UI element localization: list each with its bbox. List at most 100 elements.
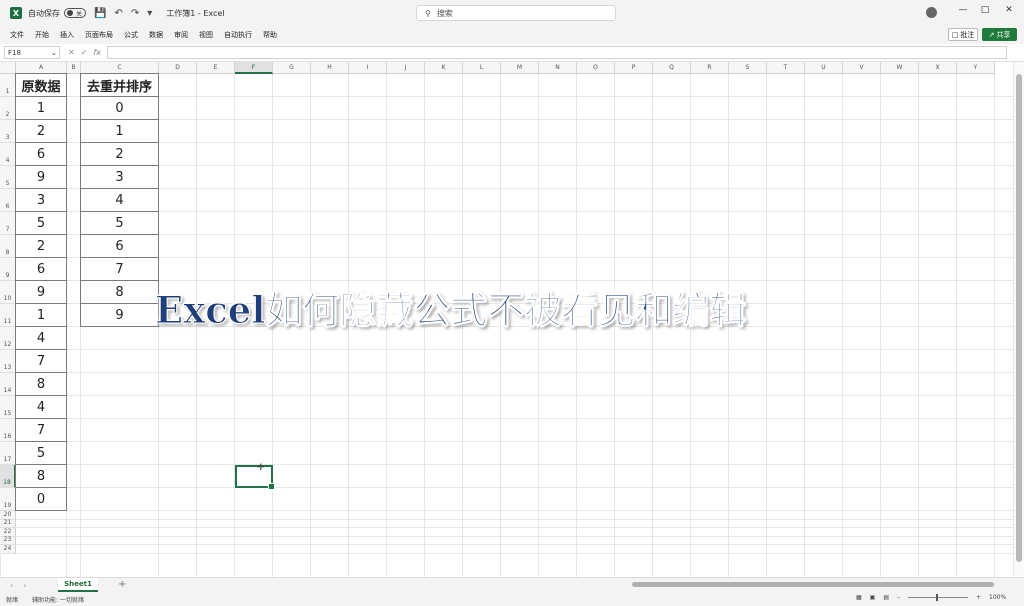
- close-icon[interactable]: ✕: [1002, 5, 1016, 19]
- row-header[interactable]: 15: [0, 396, 16, 419]
- data-cell[interactable]: 1: [80, 119, 159, 143]
- add-sheet-button[interactable]: +: [118, 579, 126, 590]
- row-header[interactable]: 18: [0, 465, 16, 488]
- row-header[interactable]: 19: [0, 488, 16, 511]
- row-header[interactable]: 6: [0, 189, 16, 212]
- data-cell[interactable]: 3: [80, 165, 159, 189]
- data-cell[interactable]: 6: [15, 257, 67, 281]
- data-cell[interactable]: 9: [15, 165, 67, 189]
- prev-sheet-icon[interactable]: ‹: [10, 581, 13, 590]
- column-header[interactable]: I: [349, 62, 387, 74]
- accessibility-status[interactable]: 辅助功能: 一切就绪: [32, 595, 84, 604]
- column-header[interactable]: X: [919, 62, 957, 74]
- column-header[interactable]: O: [577, 62, 615, 74]
- menu-item[interactable]: 公式: [124, 30, 138, 40]
- row-header[interactable]: 8: [0, 235, 16, 258]
- zoom-slider[interactable]: [908, 594, 969, 601]
- undo-icon[interactable]: ↶: [114, 8, 122, 19]
- page-break-icon[interactable]: ▤: [883, 594, 889, 601]
- zoom-out-icon[interactable]: –: [897, 594, 900, 601]
- data-cell[interactable]: 1: [15, 96, 67, 120]
- column-header[interactable]: E: [197, 62, 235, 74]
- data-cell[interactable]: 8: [15, 464, 67, 488]
- data-cell[interactable]: 2: [80, 142, 159, 166]
- data-cell[interactable]: 4: [80, 188, 159, 212]
- row-header[interactable]: 11: [0, 304, 16, 327]
- autosave-control[interactable]: 自动保存 关: [28, 8, 86, 19]
- data-cell[interactable]: 8: [15, 372, 67, 396]
- fx-icon[interactable]: fx: [93, 48, 101, 57]
- row-header[interactable]: 13: [0, 350, 16, 373]
- vertical-scrollbar[interactable]: [1013, 62, 1024, 577]
- row-header[interactable]: 1: [0, 74, 16, 97]
- data-cell[interactable]: 2: [15, 119, 67, 143]
- data-cell[interactable]: 9: [15, 280, 67, 304]
- search-box[interactable]: ⚲ 搜索: [416, 5, 616, 21]
- share-button[interactable]: ↗ 共享: [982, 28, 1017, 41]
- data-cell[interactable]: 4: [15, 395, 67, 419]
- column-header[interactable]: W: [881, 62, 919, 74]
- menu-item[interactable]: 文件: [10, 30, 24, 40]
- column-header[interactable]: B: [67, 62, 81, 74]
- row-header[interactable]: 17: [0, 442, 16, 465]
- select-all-corner[interactable]: [0, 62, 16, 74]
- column-header[interactable]: R: [691, 62, 729, 74]
- data-cell[interactable]: 5: [15, 211, 67, 235]
- data-cell[interactable]: 1: [15, 303, 67, 327]
- menu-item[interactable]: 审阅: [174, 30, 188, 40]
- row-header[interactable]: 4: [0, 143, 16, 166]
- row-header[interactable]: 16: [0, 419, 16, 442]
- data-cell[interactable]: 8: [80, 280, 159, 304]
- menu-item[interactable]: 页面布局: [85, 30, 113, 40]
- column-title-cell[interactable]: 去重并排序: [80, 73, 159, 97]
- column-header[interactable]: F: [235, 62, 273, 74]
- data-cell[interactable]: 6: [15, 142, 67, 166]
- data-cell[interactable]: 7: [15, 349, 67, 373]
- data-cell[interactable]: 6: [80, 234, 159, 258]
- active-cell-f18[interactable]: [235, 465, 275, 490]
- column-header[interactable]: H: [311, 62, 349, 74]
- horizontal-scrollbar[interactable]: [632, 582, 994, 587]
- normal-view-icon[interactable]: ▦: [856, 594, 862, 601]
- column-header[interactable]: J: [387, 62, 425, 74]
- row-header[interactable]: 9: [0, 258, 16, 281]
- row-header[interactable]: 12: [0, 327, 16, 350]
- sheet-tab-sheet1[interactable]: Sheet1: [58, 578, 98, 592]
- profile-avatar[interactable]: [926, 7, 937, 18]
- menu-item[interactable]: 开始: [35, 30, 49, 40]
- column-header[interactable]: T: [767, 62, 805, 74]
- menu-item[interactable]: 视图: [199, 30, 213, 40]
- column-header[interactable]: P: [615, 62, 653, 74]
- data-cell[interactable]: 0: [80, 96, 159, 120]
- menu-item[interactable]: 数据: [149, 30, 163, 40]
- autosave-toggle[interactable]: 关: [64, 8, 86, 18]
- row-header[interactable]: 7: [0, 212, 16, 235]
- column-header[interactable]: M: [501, 62, 539, 74]
- column-title-cell[interactable]: 原数据: [15, 73, 67, 97]
- redo-icon[interactable]: ↷: [131, 8, 139, 19]
- name-box[interactable]: F18 ⌄: [4, 46, 60, 59]
- next-sheet-icon[interactable]: ›: [23, 581, 26, 590]
- data-cell[interactable]: 3: [15, 188, 67, 212]
- row-header[interactable]: 2: [0, 97, 16, 120]
- column-header[interactable]: K: [425, 62, 463, 74]
- menu-item[interactable]: 自动执行: [224, 30, 252, 40]
- column-header[interactable]: Q: [653, 62, 691, 74]
- column-header[interactable]: U: [805, 62, 843, 74]
- data-cell[interactable]: 4: [15, 326, 67, 350]
- confirm-icon[interactable]: ✓: [81, 48, 88, 57]
- column-header[interactable]: Y: [957, 62, 995, 74]
- column-header[interactable]: N: [539, 62, 577, 74]
- save-icon[interactable]: 💾: [94, 8, 106, 19]
- row-header[interactable]: 24: [0, 545, 16, 554]
- menu-item[interactable]: 插入: [60, 30, 74, 40]
- page-layout-icon[interactable]: ▣: [870, 594, 876, 601]
- zoom-in-icon[interactable]: +: [976, 594, 981, 601]
- data-cell[interactable]: 7: [15, 418, 67, 442]
- column-header[interactable]: S: [729, 62, 767, 74]
- data-cell[interactable]: 5: [15, 441, 67, 465]
- column-header[interactable]: D: [159, 62, 197, 74]
- cancel-icon[interactable]: ✕: [68, 48, 75, 57]
- vertical-scroll-thumb[interactable]: [1016, 74, 1022, 562]
- column-header[interactable]: L: [463, 62, 501, 74]
